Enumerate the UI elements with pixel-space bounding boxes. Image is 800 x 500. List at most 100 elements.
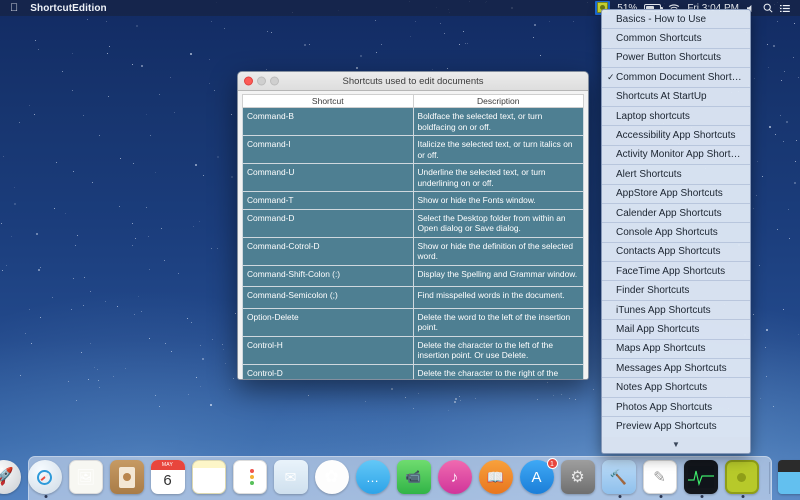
dock-item-system-preferences[interactable]: ⚙ bbox=[560, 460, 597, 496]
ibooks-icon[interactable]: 📖 bbox=[478, 460, 513, 494]
safari-icon[interactable] bbox=[27, 460, 62, 494]
menu-item[interactable]: Photos App Shortcuts bbox=[602, 398, 750, 418]
messages-icon[interactable]: … bbox=[355, 460, 390, 494]
table-row[interactable]: Option-Delete Delete the word to the left… bbox=[242, 307, 584, 337]
dock-item-reminders[interactable] bbox=[232, 460, 269, 496]
menu-item[interactable]: FaceTime App Shortcuts bbox=[602, 262, 750, 282]
menu-bar-app-name[interactable]: ShortcutEdition bbox=[30, 3, 107, 14]
photos-frame-icon[interactable]: 🖼 bbox=[68, 460, 103, 494]
menu-item[interactable]: Contacts App Shortcuts bbox=[602, 243, 750, 263]
table-row[interactable]: Control-H Delete the character to the lef… bbox=[242, 335, 584, 365]
dock-item-notes[interactable] bbox=[191, 460, 228, 496]
table-row[interactable]: Command-T Show or hide the Fonts window. bbox=[242, 191, 584, 210]
dock-item-photos[interactable]: ✿ bbox=[314, 460, 351, 496]
dock-item-textedit[interactable]: ✎ bbox=[642, 460, 679, 498]
menu-item[interactable]: Console App Shortcuts bbox=[602, 223, 750, 243]
dock-item-photos-frame[interactable]: 🖼 bbox=[68, 460, 105, 496]
chevron-down-icon[interactable]: ▼ bbox=[602, 436, 750, 453]
menu-item[interactable]: Laptop shortcuts bbox=[602, 107, 750, 127]
dock-item-downloads[interactable] bbox=[777, 460, 800, 496]
menu-item-label: Activity Monitor App Shortcuts bbox=[616, 149, 744, 161]
dock-item-xcode[interactable]: 🔨 bbox=[601, 460, 638, 498]
menu-item[interactable]: Notes App Shortcuts bbox=[602, 378, 750, 398]
menu-item-label: Contacts App Shortcuts bbox=[616, 246, 721, 258]
search-icon[interactable] bbox=[763, 3, 773, 13]
itunes-icon[interactable]: ♪ bbox=[437, 460, 472, 494]
photos-icon[interactable]: ✿ bbox=[314, 460, 349, 494]
menu-item[interactable]: AppStore App Shortcuts bbox=[602, 185, 750, 204]
dock-separator bbox=[768, 462, 770, 494]
menu-item[interactable]: Maps App Shortcuts bbox=[602, 340, 750, 360]
column-header-description[interactable]: Description bbox=[412, 94, 584, 108]
menu-item-label: Console App Shortcuts bbox=[616, 226, 718, 238]
shortcutedition-icon[interactable] bbox=[724, 460, 759, 494]
menu-item[interactable]: Finder Shortcuts bbox=[602, 281, 750, 301]
launchpad-icon[interactable]: 🚀 bbox=[0, 460, 21, 494]
dock-item-mail[interactable]: ✉ bbox=[273, 460, 310, 496]
menu-item[interactable]: Common Shortcuts bbox=[602, 29, 750, 49]
table-row[interactable]: Command-Semicolon (;) Find misspelled wor… bbox=[242, 286, 584, 309]
menu-item[interactable]: Messages App Shortcuts bbox=[602, 359, 750, 379]
menu-item[interactable]: iTunes App Shortcuts bbox=[602, 301, 750, 321]
notes-icon[interactable] bbox=[191, 460, 226, 494]
mail-icon[interactable]: ✉ bbox=[273, 460, 308, 494]
menu-item[interactable]: Basics - How to Use bbox=[602, 10, 750, 30]
xcode-icon[interactable]: 🔨 bbox=[601, 460, 636, 494]
column-header-shortcut[interactable]: Shortcut bbox=[242, 94, 414, 108]
activity-monitor-icon[interactable] bbox=[683, 460, 718, 494]
table-header-row: Shortcut Description bbox=[242, 94, 584, 108]
menu-item-label: Finder Shortcuts bbox=[616, 285, 690, 297]
downloads-icon[interactable] bbox=[777, 460, 800, 494]
table-row[interactable]: Control-D Delete the character to the rig… bbox=[242, 363, 584, 379]
dock-running-indicator bbox=[741, 495, 744, 498]
menu-item[interactable]: Calender App Shortcuts bbox=[602, 204, 750, 224]
calendar-icon[interactable]: MAY 6 bbox=[150, 460, 185, 494]
menu-item[interactable]: Activity Monitor App Shortcuts bbox=[602, 146, 750, 166]
menu-item-label: Calender App Shortcuts bbox=[616, 207, 722, 219]
facetime-icon[interactable]: 📹 bbox=[396, 460, 431, 494]
shortcut-category-menu[interactable]: Basics - How to Use Common Shortcuts Power… bbox=[601, 9, 751, 454]
table-row[interactable]: Command-I Italicize the selected text, or… bbox=[242, 135, 584, 164]
cell-shortcut: Command-Semicolon (;) bbox=[242, 286, 414, 309]
shortcuts-window[interactable]: Shortcuts used to edit documents Shortcu… bbox=[237, 71, 589, 380]
menu-item[interactable]: Preview App Shortcuts bbox=[602, 417, 750, 436]
system-preferences-icon[interactable]: ⚙ bbox=[560, 460, 595, 494]
dock-item-activity-monitor[interactable] bbox=[683, 460, 720, 498]
reminders-icon[interactable] bbox=[232, 460, 267, 494]
dock-item-safari[interactable] bbox=[27, 460, 64, 498]
dock-item-itunes[interactable]: ♪ bbox=[437, 460, 474, 496]
close-button[interactable] bbox=[244, 76, 253, 86]
dock-item-ibooks[interactable]: 📖 bbox=[478, 460, 515, 496]
dock-item-messages[interactable]: … bbox=[355, 460, 392, 496]
menu-item[interactable]: ✓ Common Document ShortCuts bbox=[602, 68, 750, 88]
table-row[interactable]: Command-D Select the Desktop folder from … bbox=[242, 208, 584, 238]
dock-item-app-store[interactable]: A1 bbox=[519, 458, 558, 496]
table-row[interactable]: Command-Shift-Colon (:) Display the Spell… bbox=[242, 264, 584, 287]
dock-item-contacts[interactable] bbox=[109, 460, 146, 496]
dock-item-launchpad[interactable]: 🚀 bbox=[0, 460, 23, 496]
cell-shortcut: Command-Cotrol-D bbox=[242, 236, 414, 266]
dock-item-calendar[interactable]: MAY 6 bbox=[150, 460, 187, 496]
cell-shortcut: Command-T bbox=[242, 191, 414, 210]
table-row[interactable]: Command-B Boldface the selected text, or … bbox=[242, 107, 584, 136]
cell-description: Italicize the selected text, or turn ita… bbox=[412, 135, 584, 164]
cell-shortcut: Command-Shift-Colon (:) bbox=[242, 264, 414, 287]
window-title-bar[interactable]: Shortcuts used to edit documents bbox=[238, 72, 588, 91]
cell-description: Delete the character to the left of the … bbox=[412, 335, 584, 365]
menu-item[interactable]: Accessibility App Shortcuts bbox=[602, 126, 750, 146]
apple-menu-icon[interactable]:  bbox=[10, 2, 18, 14]
menu-item[interactable]: Power Button Shortcuts bbox=[602, 49, 750, 69]
menu-item[interactable]: Mail App Shortcuts bbox=[602, 320, 750, 340]
contacts-icon[interactable] bbox=[109, 460, 144, 494]
table-row[interactable]: Command-U Underline the selected text, or… bbox=[242, 163, 584, 192]
maximize-button[interactable] bbox=[270, 76, 279, 86]
dock-item-shortcutedition[interactable] bbox=[724, 460, 761, 498]
dock-item-facetime[interactable]: 📹 bbox=[396, 460, 433, 496]
notification-center-icon[interactable] bbox=[780, 4, 790, 13]
menu-item[interactable]: Shortcuts At StartUp bbox=[602, 88, 750, 107]
dock[interactable]: 🚀🖼MAY6✉✿…📹♪📖A1⚙🔨✎🗑 bbox=[0, 456, 800, 500]
textedit-icon[interactable]: ✎ bbox=[642, 460, 677, 494]
minimize-button[interactable] bbox=[257, 76, 266, 86]
menu-item[interactable]: Alert Shortcuts bbox=[602, 165, 750, 185]
table-row[interactable]: Command-Cotrol-D Show or hide the definit… bbox=[242, 236, 584, 266]
